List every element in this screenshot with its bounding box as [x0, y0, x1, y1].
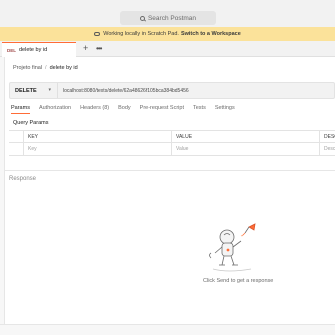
breadcrumb-separator: / [45, 65, 47, 71]
cloud-off-icon [94, 32, 101, 36]
method-value: DELETE [15, 87, 37, 94]
response-divider[interactable] [5, 170, 335, 171]
tab-body[interactable]: Body [118, 105, 131, 114]
top-bar: Search Postman [0, 0, 335, 27]
param-description-input[interactable]: Descr [319, 143, 335, 155]
request-tabs: Params Authorization Headers (8) Body Pr… [11, 105, 244, 114]
breadcrumb-request[interactable]: delete by id [50, 65, 78, 71]
url-input[interactable]: localhost:8080/texts/delete/62a48626f105… [63, 83, 189, 98]
tab-tests[interactable]: Tests [193, 105, 206, 114]
header-checkbox-cell [9, 131, 23, 142]
search-label: Search Postman [147, 14, 197, 22]
table-row: Key Value Descr [9, 143, 335, 156]
tab-method-badge: DEL [7, 47, 16, 53]
param-value-input[interactable]: Value [171, 143, 319, 155]
search-bar[interactable]: Search Postman [120, 11, 216, 25]
response-title: Response [9, 176, 37, 182]
header-description: DESCI [319, 131, 335, 142]
tab-settings[interactable]: Settings [215, 105, 235, 114]
tab-headers[interactable]: Headers (8) [80, 105, 109, 114]
scratch-pad-banner: Working locally in Scratch Pad. Switch t… [0, 27, 335, 41]
tab-title: delete by id [19, 47, 48, 53]
status-bar [0, 324, 335, 335]
tab-pre-request-script[interactable]: Pre-request Script [140, 105, 184, 114]
table-header-row: KEY VALUE DESCI [9, 131, 335, 143]
breadcrumb-collection[interactable]: Projeto final [13, 65, 42, 71]
tab-params[interactable]: Params [11, 105, 30, 114]
search-icon [139, 15, 145, 21]
header-value: VALUE [171, 131, 319, 142]
tab-delete-by-id[interactable]: DEL delete by id [2, 42, 76, 57]
tab-authorization[interactable]: Authorization [39, 105, 71, 114]
left-sidebar-edge [0, 57, 5, 335]
row-checkbox-cell [9, 143, 23, 155]
query-params-table: KEY VALUE DESCI Key Value Descr [9, 130, 335, 157]
new-tab-button[interactable]: + [83, 44, 88, 53]
astronaut-illustration [209, 223, 256, 272]
tab-bar: DEL delete by id [0, 41, 335, 57]
query-params-title: Query Params [13, 120, 49, 126]
switch-workspace-link[interactable]: Switch to a Workspace [181, 31, 241, 37]
method-select[interactable]: DELETE ▾ [10, 83, 58, 98]
param-key-input[interactable]: Key [23, 143, 171, 155]
more-tabs-button[interactable]: ••• [96, 44, 102, 53]
header-key: KEY [23, 131, 171, 142]
breadcrumb: Projeto final / delete by id [13, 65, 78, 71]
response-empty-text: Click Send to get a response [203, 278, 274, 284]
request-url-bar: DELETE ▾ localhost:8080/texts/delete/62a… [9, 82, 335, 99]
banner-text: Working locally in Scratch Pad. [103, 31, 179, 37]
chevron-down-icon: ▾ [48, 87, 51, 93]
